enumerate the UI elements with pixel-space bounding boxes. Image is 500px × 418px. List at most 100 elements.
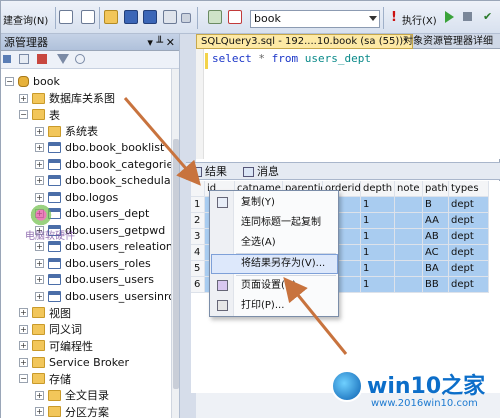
execute-button[interactable]: 执行(X) <box>402 12 437 27</box>
table-cell[interactable]: BA <box>423 261 449 277</box>
table-cell[interactable] <box>395 245 423 261</box>
tree-node[interactable]: + 可编程性 <box>19 337 93 354</box>
tree-node[interactable]: − book <box>5 73 60 90</box>
connect-icon[interactable] <box>3 55 11 63</box>
tree-node[interactable]: + 视图 <box>19 304 71 321</box>
expand-icon[interactable]: + <box>35 258 44 268</box>
table-cell[interactable] <box>395 277 423 293</box>
expand-icon[interactable]: + <box>35 126 44 136</box>
table-cell[interactable]: dept <box>449 245 489 261</box>
tree-node[interactable]: + dbo.book_categories <box>35 156 171 173</box>
collapse-icon[interactable]: − <box>5 77 14 86</box>
object-explorer-icon[interactable] <box>208 10 222 24</box>
tree-node[interactable]: + dbo.book_booklist <box>35 139 164 156</box>
column-header[interactable]: path <box>423 181 449 197</box>
row-number[interactable]: 6 <box>191 277 205 293</box>
tree-node[interactable]: + 系统表 <box>35 123 98 140</box>
expand-icon[interactable]: + <box>19 324 28 334</box>
tab-object-explorer-details[interactable]: 对象资源管理器详细 <box>400 34 496 49</box>
sql-editor[interactable]: select * from users_dept <box>196 49 500 159</box>
row-number[interactable]: 2 <box>191 213 205 229</box>
expand-icon[interactable]: + <box>35 159 44 169</box>
menu-item-save-results-as[interactable]: 将结果另存为(V)... <box>211 254 338 274</box>
stop-small-icon[interactable] <box>37 54 47 64</box>
menu-item-copy[interactable]: 复制(Y) <box>211 193 338 213</box>
tree-node[interactable]: + dbo.users_usersinrole <box>35 288 171 305</box>
parse-check-icon[interactable]: ✔ <box>483 10 492 23</box>
expand-icon[interactable]: + <box>35 407 44 416</box>
toolbar-overflow-icon[interactable] <box>181 13 191 23</box>
table-cell[interactable]: dept <box>449 277 489 293</box>
table-cell[interactable]: 1 <box>361 245 395 261</box>
table-cell[interactable]: dept <box>449 229 489 245</box>
table-cell[interactable]: 1 <box>361 213 395 229</box>
refresh-icon[interactable] <box>75 54 85 64</box>
tree-node[interactable]: + 分区方案 <box>35 403 109 418</box>
pin-icon[interactable]: ▾ ╨ <box>147 34 163 51</box>
expand-icon[interactable]: + <box>35 143 44 152</box>
expand-icon[interactable]: + <box>19 308 28 317</box>
new-document-icon[interactable] <box>81 10 95 24</box>
table-cell[interactable]: 1 <box>361 229 395 245</box>
row-number[interactable]: 1 <box>191 197 205 213</box>
tree-node[interactable]: + dbo.book_schedular <box>35 172 171 189</box>
tree-node[interactable]: + 数据库关系图 <box>19 90 115 107</box>
expand-icon[interactable]: + <box>19 93 28 103</box>
close-icon[interactable]: ✕ <box>166 34 175 51</box>
tree-node[interactable]: − 表 <box>19 106 60 123</box>
expand-icon[interactable]: + <box>19 341 28 350</box>
filter-icon[interactable] <box>57 54 69 64</box>
disconnect-icon[interactable] <box>228 10 242 24</box>
debug-play-icon[interactable] <box>445 11 454 23</box>
tree-node[interactable]: + dbo.users_users <box>35 271 154 288</box>
tab-sqlquery3[interactable]: SQLQuery3.sql - 192....10.book (sa (55))… <box>196 34 414 49</box>
table-cell[interactable]: AA <box>423 213 449 229</box>
database-select[interactable]: book <box>250 10 380 28</box>
save-icon[interactable] <box>124 10 138 24</box>
table-cell[interactable]: B <box>423 197 449 213</box>
expand-icon[interactable]: + <box>35 242 44 251</box>
tree-node[interactable]: + 全文目录 <box>35 387 109 404</box>
open-folder-icon[interactable] <box>104 10 118 24</box>
collapse-icon[interactable]: − <box>19 374 28 383</box>
expand-icon[interactable]: + <box>35 176 44 185</box>
table-cell[interactable]: BB <box>423 277 449 293</box>
menu-item-copy-with-headers[interactable]: 连同标题一起复制 <box>211 213 338 233</box>
table-cell[interactable] <box>395 229 423 245</box>
menu-item-print[interactable]: 打印(P)... <box>211 296 338 316</box>
table-cell[interactable]: dept <box>449 261 489 277</box>
column-header[interactable]: note <box>395 181 423 197</box>
column-header[interactable]: types <box>449 181 489 197</box>
menu-item-select-all[interactable]: 全选(A) <box>211 233 338 253</box>
table-cell[interactable]: 1 <box>361 277 395 293</box>
expand-icon[interactable]: + <box>19 357 28 367</box>
expand-icon[interactable]: + <box>35 291 44 301</box>
row-number[interactable]: 4 <box>191 245 205 261</box>
new-query-button[interactable]: 建查询(N) <box>3 12 48 27</box>
column-header[interactable]: depth <box>361 181 395 197</box>
sql-text[interactable]: select * from users_dept <box>212 52 371 65</box>
row-number[interactable]: 3 <box>191 229 205 245</box>
table-cell[interactable] <box>395 197 423 213</box>
disconnect-small-icon[interactable] <box>19 54 29 64</box>
collapse-icon[interactable]: − <box>19 110 28 119</box>
tab-results[interactable]: 结果 <box>191 164 227 180</box>
table-cell[interactable]: 1 <box>361 197 395 213</box>
table-cell[interactable] <box>395 213 423 229</box>
object-explorer-scrollbar[interactable] <box>171 69 179 418</box>
new-file-icon[interactable] <box>59 10 73 24</box>
table-cell[interactable]: dept <box>449 197 489 213</box>
table-cell[interactable]: AC <box>423 245 449 261</box>
table-cell[interactable]: AB <box>423 229 449 245</box>
table-cell[interactable]: dept <box>449 213 489 229</box>
tree-node[interactable]: + Service Broker <box>19 354 129 371</box>
tree-node[interactable]: + dbo.users_roles <box>35 255 151 272</box>
save-all-icon[interactable] <box>143 10 157 24</box>
stop-icon[interactable] <box>463 12 472 21</box>
expand-icon[interactable]: + <box>35 275 44 284</box>
row-number[interactable]: 5 <box>191 261 205 277</box>
menu-item-page-setup[interactable]: 页面设置(U)... <box>211 276 338 296</box>
tab-messages[interactable]: 消息 <box>243 164 279 180</box>
expand-icon[interactable]: + <box>35 390 44 400</box>
tree-node[interactable]: − 存储 <box>19 370 71 387</box>
